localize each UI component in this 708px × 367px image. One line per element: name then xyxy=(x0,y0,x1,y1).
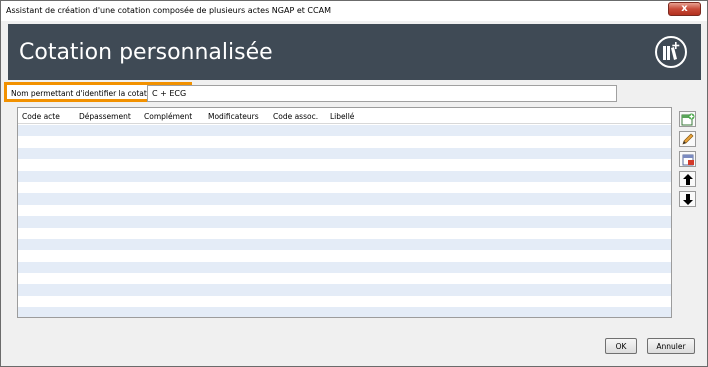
window-title: Assistant de création d'une cotation com… xyxy=(6,6,331,15)
dialog-window: Assistant de création d'une cotation com… xyxy=(0,0,708,367)
move-up-button[interactable] xyxy=(679,171,696,187)
arrow-up-icon xyxy=(683,174,693,185)
table-row[interactable] xyxy=(18,228,671,239)
close-button[interactable]: x xyxy=(668,2,701,16)
cancel-button[interactable]: Annuler xyxy=(647,338,695,354)
column-header-code-acte[interactable]: Code acte xyxy=(22,112,60,121)
column-header-modificateurs[interactable]: Modificateurs xyxy=(208,112,259,121)
table-row[interactable] xyxy=(18,250,671,261)
header-banner: Cotation personnalisée xyxy=(8,24,701,80)
title-bar[interactable]: Assistant de création d'une cotation com… xyxy=(1,1,707,21)
arrow-down-icon xyxy=(683,194,693,205)
table-row[interactable] xyxy=(18,136,671,147)
table-header: Code acte Dépassement Complément Modific… xyxy=(18,108,671,124)
edit-icon xyxy=(682,133,694,145)
delete-icon xyxy=(682,154,694,166)
table-body xyxy=(18,125,671,317)
column-header-complement[interactable]: Complément xyxy=(144,112,192,121)
add-row-button[interactable] xyxy=(679,111,696,127)
move-down-button[interactable] xyxy=(679,191,696,207)
table-row[interactable] xyxy=(18,261,671,274)
cotation-name-input[interactable] xyxy=(147,85,617,102)
name-field-label: Nom permettant d'identifier la cotation … xyxy=(11,89,164,98)
books-plus-icon xyxy=(655,36,687,68)
column-header-depassement[interactable]: Dépassement xyxy=(79,112,131,121)
table-row[interactable] xyxy=(18,296,671,307)
table-row[interactable] xyxy=(18,284,671,296)
column-header-libelle[interactable]: Libellé xyxy=(330,112,354,121)
delete-row-button[interactable] xyxy=(679,151,696,167)
table-row[interactable] xyxy=(18,216,671,228)
table-row[interactable] xyxy=(18,159,671,170)
table-row[interactable] xyxy=(18,125,671,137)
table-row[interactable] xyxy=(18,205,671,216)
table-row[interactable] xyxy=(18,307,671,317)
table-row[interactable] xyxy=(18,170,671,182)
table-row[interactable] xyxy=(18,182,671,193)
table-row[interactable] xyxy=(18,238,671,251)
add-icon xyxy=(681,113,695,126)
edit-row-button[interactable] xyxy=(679,131,696,147)
table-row[interactable] xyxy=(18,193,671,205)
column-header-code-assoc[interactable]: Code assoc. xyxy=(273,112,318,121)
table-row[interactable] xyxy=(18,273,671,284)
ok-button[interactable]: OK xyxy=(605,338,637,354)
table-row[interactable] xyxy=(18,147,671,160)
page-title: Cotation personnalisée xyxy=(19,40,273,65)
acts-table[interactable]: Code acte Dépassement Complément Modific… xyxy=(17,107,672,318)
